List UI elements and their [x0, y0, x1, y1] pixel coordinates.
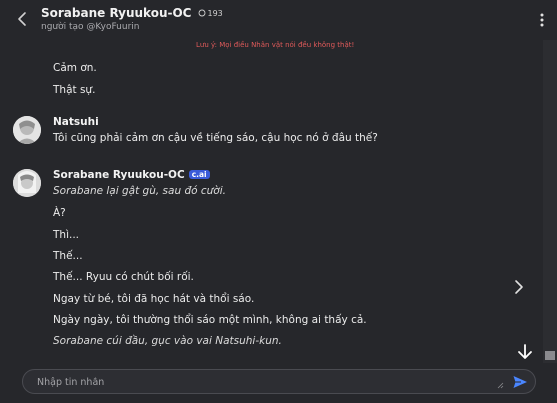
message-line: Cảm ơn.	[53, 62, 97, 74]
chat-bubble-icon	[198, 9, 205, 17]
cai-badge: c.ai	[188, 170, 210, 179]
message-author: Natsuhi	[53, 116, 99, 128]
creator-label[interactable]: người tạo @KyoFuurin	[41, 22, 139, 32]
chat-count: 193	[198, 9, 223, 18]
arrow-down-icon	[518, 344, 532, 359]
message-list: Cảm ơn. Thật sự. Natsuhi Tôi cũng phải c…	[0, 46, 543, 364]
chat-app: Sorabane Ryuukou-OC 193 người tạo @KyoFu…	[0, 0, 557, 403]
send-button[interactable]	[512, 374, 528, 390]
message-author: Sorabane Ryuukou-OC c.ai	[53, 169, 210, 181]
avatar[interactable]	[13, 116, 41, 144]
next-response-button[interactable]	[511, 279, 527, 295]
back-button[interactable]	[14, 10, 32, 28]
message-line: Thế... Ryuu có chút bối rối.	[53, 271, 194, 283]
message-line: À?	[53, 207, 66, 219]
message-line: Sorabane cúi đầu, gục vào vai Natsuhi-ku…	[53, 335, 282, 347]
chevron-right-icon	[515, 280, 523, 294]
scrollbar-thumb[interactable]	[545, 351, 555, 360]
title-row: Sorabane Ryuukou-OC 193	[41, 6, 223, 20]
chat-header: Sorabane Ryuukou-OC 193 người tạo @KyoFu…	[0, 0, 557, 40]
message-line: Ngay từ bé, tôi đã học hát và thổi sáo.	[53, 293, 255, 305]
message-line: Thì...	[53, 229, 79, 241]
message-input[interactable]	[35, 373, 499, 392]
kebab-menu-icon	[540, 13, 544, 27]
character-name[interactable]: Sorabane Ryuukou-OC	[41, 6, 192, 20]
scrollbar[interactable]	[543, 40, 557, 363]
chat-count-value: 193	[207, 8, 223, 18]
character-avatar-image	[13, 169, 41, 197]
message-composer	[22, 369, 536, 394]
message-author-name: Sorabane Ryuukou-OC	[53, 169, 185, 181]
resize-grip-icon[interactable]	[497, 382, 504, 389]
menu-button[interactable]	[535, 11, 549, 29]
chevron-left-icon	[18, 12, 26, 26]
send-icon	[513, 376, 527, 388]
scroll-to-bottom-button[interactable]	[516, 343, 534, 361]
user-avatar-image	[13, 116, 41, 144]
message-line: Sorabane lại gật gù, sau đó cười.	[53, 185, 226, 197]
avatar[interactable]	[13, 169, 41, 197]
message-text: Tôi cũng phải cảm ơn cậu về tiếng sáo, c…	[53, 132, 378, 144]
message-line: Thế...	[53, 250, 83, 262]
message-line: Ngày ngày, tôi thường thổi sáo một mình,…	[53, 314, 367, 326]
message-line: Thật sự.	[53, 84, 96, 96]
